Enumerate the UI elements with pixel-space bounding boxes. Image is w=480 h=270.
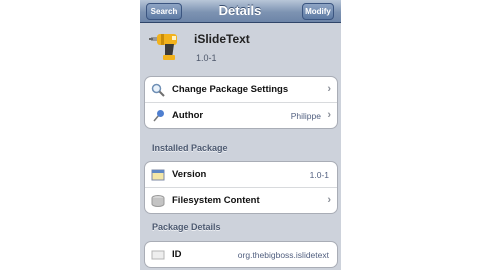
version-label: Version (172, 169, 207, 180)
version-row: Version 1.0-1 (145, 162, 337, 188)
window-icon (151, 169, 165, 181)
id-value: org.thebigboss.islidetext (237, 250, 329, 260)
disk-icon (151, 195, 165, 207)
author-value: Philippe (290, 111, 321, 121)
drill-icon (149, 34, 177, 60)
back-button[interactable]: Search (146, 3, 182, 20)
filesystem-content-row[interactable]: Filesystem Content › (145, 188, 337, 213)
filesystem-content-label: Filesystem Content (172, 195, 260, 206)
phone-screen: Search Details Modify iSlideText 1.0-1 C… (140, 0, 341, 270)
modify-button[interactable]: Modify (302, 3, 334, 20)
id-icon (151, 250, 165, 260)
package-details-header: Package Details (152, 222, 221, 232)
pin-icon (153, 110, 164, 122)
details-group: ID org.thebigboss.islidetext (144, 241, 338, 268)
navigation-bar: Search Details Modify (140, 0, 341, 23)
version-value: 1.0-1 (309, 170, 329, 180)
settings-group: Change Package Settings › Author Philipp… (144, 76, 338, 129)
author-label: Author (172, 110, 204, 121)
installed-group: Version 1.0-1 Filesystem Content › (144, 161, 338, 214)
change-package-settings-row[interactable]: Change Package Settings › (145, 77, 337, 103)
chevron-right-icon: › (327, 83, 331, 95)
change-package-settings-label: Change Package Settings (172, 84, 289, 95)
author-row[interactable]: Author Philippe › (145, 103, 337, 128)
magnifier-icon (151, 83, 165, 97)
chevron-right-icon: › (327, 194, 331, 206)
id-row: ID org.thebigboss.islidetext (145, 242, 337, 267)
id-label: ID (172, 249, 182, 260)
right-letterbox (341, 0, 480, 270)
left-letterbox (0, 0, 140, 270)
chevron-right-icon: › (327, 109, 331, 121)
package-name: iSlideText (194, 32, 250, 46)
installed-package-header: Installed Package (152, 143, 228, 153)
page-title: Details (218, 3, 262, 18)
package-version: 1.0-1 (196, 53, 217, 63)
